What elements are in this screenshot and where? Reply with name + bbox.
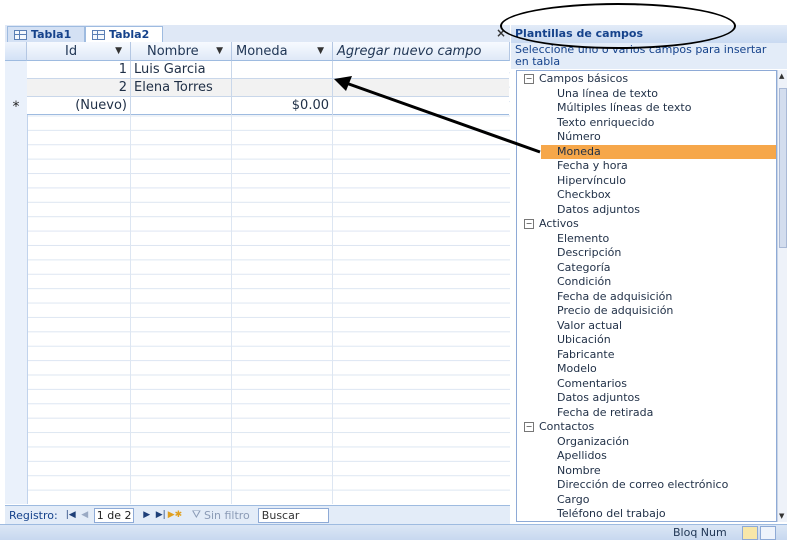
group-label: Contactos (539, 420, 595, 433)
template-item[interactable]: Ubicación (557, 333, 611, 347)
column-header-id[interactable]: Id ▼ (27, 42, 131, 61)
column-header-label: Id (65, 43, 78, 59)
template-item[interactable]: Fabricante (557, 348, 614, 362)
template-item[interactable]: Moneda (541, 144, 776, 159)
template-item[interactable]: Condición (557, 275, 611, 289)
dropdown-arrow-icon[interactable]: ▼ (115, 46, 122, 56)
callout-ellipse (500, 3, 736, 49)
template-item[interactable]: Texto enriquecido (557, 116, 654, 130)
tab-tabla1[interactable]: Tabla1 (7, 26, 85, 42)
template-item[interactable]: Organización (557, 435, 629, 449)
template-item[interactable]: Cargo (557, 493, 589, 507)
template-group[interactable]: − Campos básicos (524, 72, 628, 86)
cell-add-field[interactable] (333, 79, 509, 97)
column-header-add-field[interactable]: Agregar nuevo campo (333, 42, 510, 61)
table-row[interactable]: 2 Elena Torres (27, 79, 509, 97)
template-group[interactable]: − Contactos (524, 420, 594, 434)
cell-id[interactable]: 2 (27, 79, 131, 97)
table-row[interactable]: 1 Luis Garcia (27, 61, 509, 79)
template-item[interactable]: Comentarios (557, 377, 627, 391)
object-tab-strip: Tabla1 Tabla2 × (5, 25, 510, 43)
template-item[interactable]: Checkbox (557, 188, 611, 202)
table-icon (14, 29, 27, 40)
scroll-up-icon[interactable]: ▲ (779, 72, 784, 80)
record-navigation-bar: Registro: |◀ ◀ 1 de 2 ▶ ▶| ▶✱ ⛛ Sin filt… (5, 505, 510, 524)
template-item[interactable]: Elemento (557, 232, 609, 246)
cell-moneda[interactable] (232, 61, 333, 79)
scrollbar-thumb[interactable] (779, 88, 787, 248)
scrollbar[interactable]: ▲ ▼ (777, 70, 787, 522)
template-item[interactable]: Nombre (557, 464, 601, 478)
filter-icon: ⛛ (191, 508, 201, 521)
template-item[interactable]: Modelo (557, 362, 597, 376)
template-item[interactable]: Valor actual (557, 319, 622, 333)
scroll-down-icon[interactable]: ▼ (779, 512, 784, 520)
template-item[interactable]: Fecha de adquisición (557, 290, 672, 304)
template-item[interactable]: Múltiples líneas de texto (557, 101, 691, 115)
template-group[interactable]: − Activos (524, 217, 579, 231)
cell-add-field[interactable] (333, 97, 509, 115)
search-input[interactable]: Buscar (257, 507, 329, 523)
tab-label: Tabla1 (31, 28, 72, 41)
cell-moneda[interactable]: $0.00 (232, 97, 333, 115)
no-filter-indicator[interactable]: ⛛ Sin filtro (192, 508, 250, 522)
new-record-icon[interactable]: ▶✱ (168, 510, 182, 520)
column-header-label: Moneda (236, 43, 288, 59)
template-item[interactable]: Teléfono del trabajo (557, 507, 666, 521)
design-view-icon[interactable] (760, 526, 776, 540)
template-item[interactable]: Fecha de retirada (557, 406, 653, 420)
template-item[interactable]: Número (557, 130, 601, 144)
new-record-row[interactable]: (Nuevo) $0.00 (27, 97, 509, 115)
select-all-corner[interactable] (5, 42, 27, 61)
template-item[interactable]: Dirección de correo electrónico (557, 478, 728, 492)
tab-tabla2[interactable]: Tabla2 (85, 26, 163, 42)
num-lock-status: Bloq Num (673, 526, 727, 539)
group-label: Campos básicos (539, 72, 629, 85)
template-item[interactable]: Apellidos (557, 449, 607, 463)
dropdown-arrow-icon[interactable]: ▼ (317, 46, 324, 56)
field-templates-list[interactable]: − Campos básicos Una línea de texto Múltipl… (516, 70, 777, 522)
current-record-input[interactable]: 1 de 2 (93, 507, 134, 523)
status-bar: Bloq Num (0, 524, 787, 540)
table-icon (92, 29, 105, 40)
previous-record-icon[interactable]: ◀ (78, 510, 92, 520)
cell-id[interactable]: (Nuevo) (27, 97, 131, 115)
column-header-label: Agregar nuevo campo (337, 43, 482, 59)
dropdown-arrow-icon[interactable]: ▼ (216, 46, 223, 56)
collapse-icon[interactable]: − (524, 422, 534, 432)
collapse-icon[interactable]: − (524, 74, 534, 84)
cell-moneda[interactable] (232, 79, 333, 97)
next-record-icon[interactable]: ▶ (140, 510, 154, 520)
template-item[interactable]: Una línea de texto (557, 87, 658, 101)
filter-label: Sin filtro (203, 508, 250, 522)
datasheet-grid[interactable]: Id ▼ Nombre ▼ Moneda ▼ Agregar nuevo cam… (5, 42, 510, 504)
template-item[interactable]: Categoría (557, 261, 611, 275)
last-record-icon[interactable]: ▶| (154, 510, 168, 520)
template-item[interactable]: Datos adjuntos (557, 391, 640, 405)
template-item[interactable]: Descripción (557, 246, 621, 260)
column-header-nombre[interactable]: Nombre ▼ (131, 42, 232, 61)
template-item[interactable]: Fecha y hora (557, 159, 628, 173)
template-item[interactable]: Datos adjuntos (557, 203, 640, 217)
cell-nombre[interactable]: Elena Torres (131, 79, 232, 97)
template-item[interactable]: Precio de adquisición (557, 304, 673, 318)
tab-label: Tabla2 (109, 28, 150, 41)
record-label: Registro: (9, 508, 58, 522)
cell-add-field[interactable] (333, 61, 509, 79)
cell-nombre[interactable]: Luis Garcia (131, 61, 232, 79)
cell-nombre[interactable] (131, 97, 232, 115)
template-item[interactable]: Hipervínculo (557, 174, 626, 188)
cell-id[interactable]: 1 (27, 61, 131, 79)
datasheet-view-icon[interactable] (742, 526, 758, 540)
first-record-icon[interactable]: |◀ (64, 510, 78, 520)
group-label: Activos (539, 217, 579, 230)
new-record-marker: * (12, 99, 20, 115)
collapse-icon[interactable]: − (524, 219, 534, 229)
column-header-label: Nombre (147, 43, 199, 59)
column-header-moneda[interactable]: Moneda ▼ (232, 42, 333, 61)
